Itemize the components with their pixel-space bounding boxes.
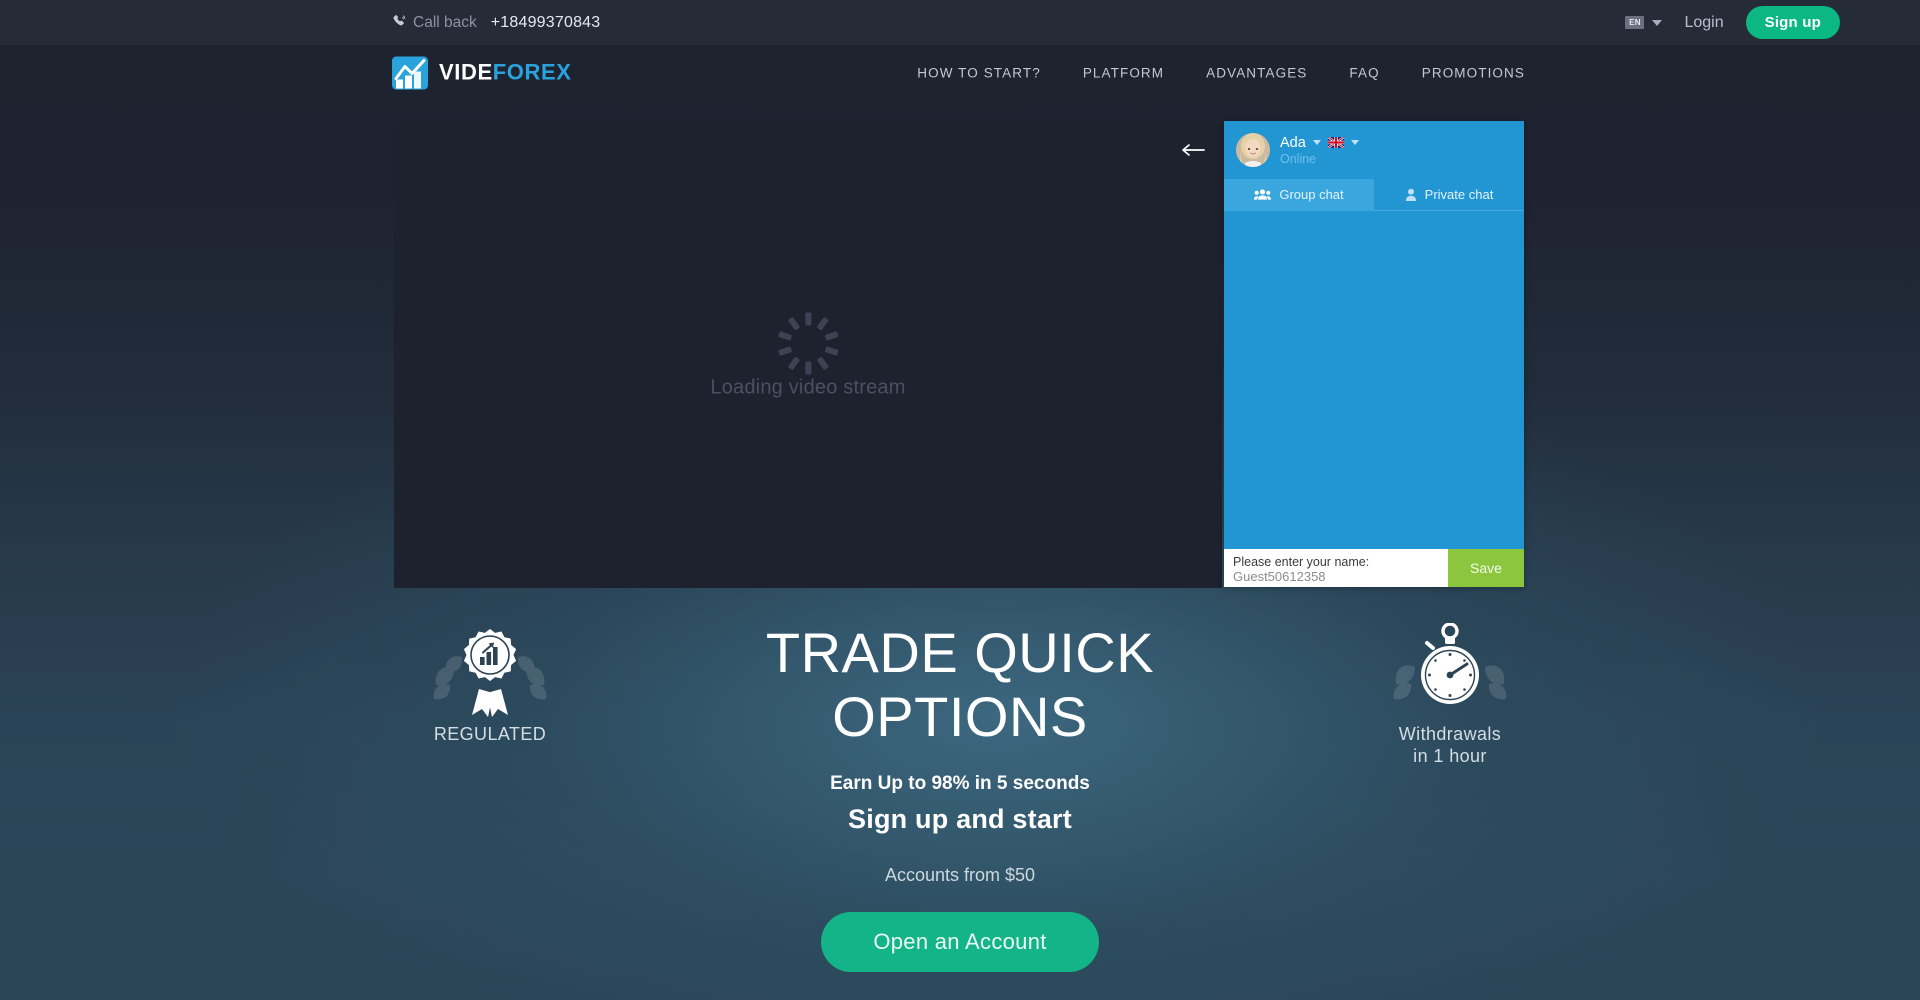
chat-message-area[interactable] <box>1224 211 1524 549</box>
private-chat-icon <box>1405 188 1417 201</box>
nav-item-promotions[interactable]: PROMOTIONS <box>1422 65 1525 80</box>
hero-title-line1: TRADE QUICK <box>765 621 1155 684</box>
chat-operator-name: Ada <box>1280 134 1306 151</box>
chat-name-input[interactable]: Please enter your name: Guest50612358 <box>1224 549 1448 587</box>
brand-name: VIDEFOREX <box>439 60 572 86</box>
chat-operator-status: Online <box>1280 151 1317 166</box>
tab-group-chat-label: Group chat <box>1279 187 1344 202</box>
page-title: TRADE QUICK OPTIONS <box>0 588 1920 745</box>
hero-title-line2: OPTIONS <box>832 685 1088 748</box>
hero-section: REGULATED Withdrawals in 1 hour TRADE QU… <box>0 588 1920 1000</box>
chat-operator-row: Ada <box>1280 135 1359 151</box>
brand-logo[interactable]: VIDEFOREX <box>392 56 572 89</box>
nav-item-advantages[interactable]: ADVANTAGES <box>1206 65 1307 80</box>
topbar-actions-group: EN Login Sign up <box>1625 0 1840 45</box>
brand-name-part2: FOREX <box>492 59 572 85</box>
chat-save-name-button[interactable]: Save <box>1448 549 1524 587</box>
nav-item-platform[interactable]: PLATFORM <box>1083 65 1164 80</box>
language-chevron-down-icon[interactable] <box>1350 140 1359 145</box>
language-flag-badge: EN <box>1625 16 1645 29</box>
chat-header: Ada Online <box>1224 121 1524 179</box>
call-back-label: Call back <box>413 13 477 31</box>
login-link[interactable]: Login <box>1684 14 1723 32</box>
chat-name-value: Guest50612358 <box>1233 568 1326 584</box>
nav-item-how-to-start[interactable]: HOW TO START? <box>917 65 1041 80</box>
tab-group-chat[interactable]: Group chat <box>1224 179 1374 211</box>
loading-spinner-icon <box>775 311 841 377</box>
chat-collapse-button[interactable] <box>1174 138 1212 166</box>
phone-number[interactable]: +18499370843 <box>491 14 601 32</box>
video-loading-text: Loading video stream <box>710 376 906 399</box>
chat-operator-identity: Ada Online <box>1280 135 1359 166</box>
nav-links: HOW TO START? PLATFORM ADVANTAGES FAQ PR… <box>917 65 1525 80</box>
top-utility-bar: Call back +18499370843 EN Login Sign up <box>0 0 1920 45</box>
tab-private-chat-label: Private chat <box>1424 187 1494 202</box>
arrow-left-icon <box>1180 142 1206 163</box>
open-an-account-button[interactable]: Open an Account <box>821 912 1099 972</box>
uk-flag-icon <box>1327 137 1344 148</box>
operator-chevron-down-icon[interactable] <box>1312 140 1321 145</box>
hero-subtitle-earn: Earn Up to 98% in 5 seconds <box>830 773 1090 794</box>
chat-name-label: Please enter your name: <box>1233 554 1370 569</box>
operator-avatar <box>1236 133 1270 167</box>
hero-subtitle-signup: Sign up and start <box>848 804 1072 834</box>
phone-callback-icon <box>392 14 406 31</box>
video-stream-loading-state: Loading video stream <box>710 311 905 400</box>
chat-name-entry-bar: Please enter your name: Guest50612358 Sa… <box>1224 549 1524 587</box>
main-navigation-bar: VIDEFOREX HOW TO START? PLATFORM ADVANTA… <box>0 45 1920 100</box>
brand-name-part1: VIDE <box>439 59 493 85</box>
topbar-contact-group: Call back +18499370843 <box>392 0 600 45</box>
live-chat-widget[interactable]: Ada Online Group chat Private chat Pleas… <box>1224 121 1524 587</box>
video-stream-panel[interactable]: Loading video stream <box>394 122 1222 588</box>
chat-tabs: Group chat Private chat <box>1224 179 1524 211</box>
sign-up-button[interactable]: Sign up <box>1745 6 1840 39</box>
hero-center-content: TRADE QUICK OPTIONS Earn Up to 98% in 5 … <box>0 588 1920 972</box>
tab-private-chat[interactable]: Private chat <box>1374 179 1524 211</box>
language-selector[interactable]: EN <box>1625 16 1663 29</box>
hero-accounts-note: Accounts from $50 <box>884 865 1036 885</box>
call-back-button[interactable]: Call back <box>392 14 477 32</box>
videforex-chart-logo-icon <box>392 56 428 89</box>
chevron-down-icon <box>1652 19 1663 26</box>
nav-item-faq[interactable]: FAQ <box>1349 65 1379 80</box>
group-chat-icon <box>1254 188 1272 201</box>
